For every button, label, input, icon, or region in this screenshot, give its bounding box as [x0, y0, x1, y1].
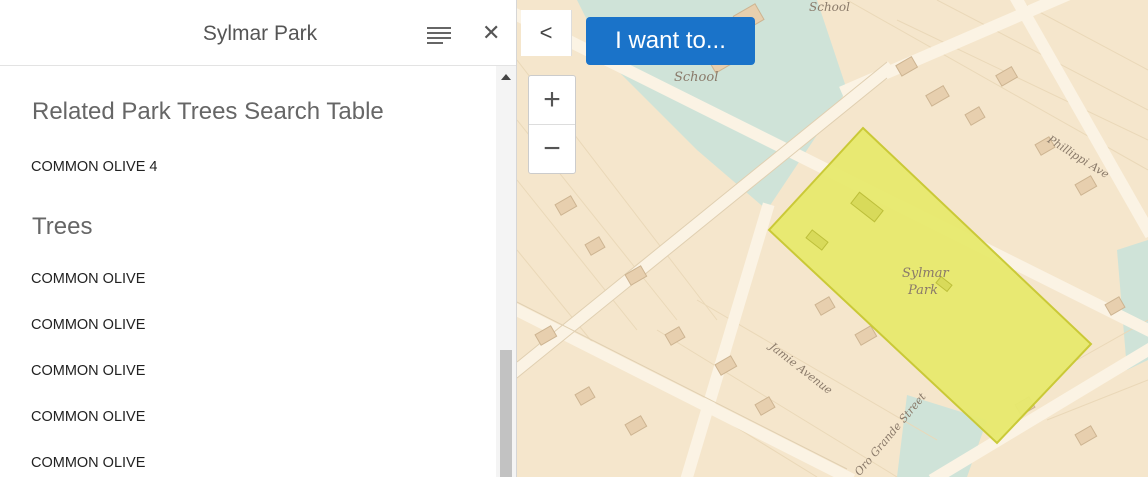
list-item[interactable]: COMMON OLIVE — [31, 409, 145, 425]
scroll-thumb[interactable] — [500, 350, 512, 477]
list-item[interactable]: COMMON OLIVE 4 — [31, 159, 158, 175]
map-canvas[interactable] — [517, 0, 1148, 477]
zoom-in-button[interactable]: + — [529, 76, 575, 125]
list-item[interactable]: COMMON OLIVE — [31, 363, 145, 379]
close-icon[interactable]: ✕ — [482, 22, 500, 44]
list-item[interactable]: COMMON OLIVE — [31, 317, 145, 333]
section-heading-related: Related Park Trees Search Table — [32, 98, 384, 125]
side-panel: Sylmar Park ✕ Related Park Trees Search … — [0, 0, 517, 477]
zoom-control: + − — [528, 75, 576, 174]
map-label-school: School — [674, 70, 719, 85]
panel-body: Related Park Trees Search Table COMMON O… — [0, 66, 496, 477]
scroll-up-arrow-icon[interactable] — [501, 74, 511, 80]
list-item[interactable]: COMMON OLIVE — [31, 455, 145, 471]
zoom-out-button[interactable]: − — [529, 125, 575, 173]
i-want-to-button[interactable]: I want to... — [586, 17, 755, 65]
panel-header: Sylmar Park ✕ — [0, 0, 516, 66]
map-label-school-top: School — [809, 0, 850, 14]
collapse-panel-button[interactable]: < — [521, 10, 572, 56]
map-label-park-line2: Park — [908, 283, 939, 298]
scrollbar[interactable] — [496, 66, 516, 477]
map-view[interactable]: School School Sylmar Park Phillippi Ave … — [517, 0, 1148, 477]
map-label-park-line1: Sylmar — [902, 266, 949, 281]
section-heading-trees: Trees — [32, 213, 93, 240]
list-item[interactable]: COMMON OLIVE — [31, 271, 145, 287]
menu-icon[interactable] — [427, 27, 451, 44]
